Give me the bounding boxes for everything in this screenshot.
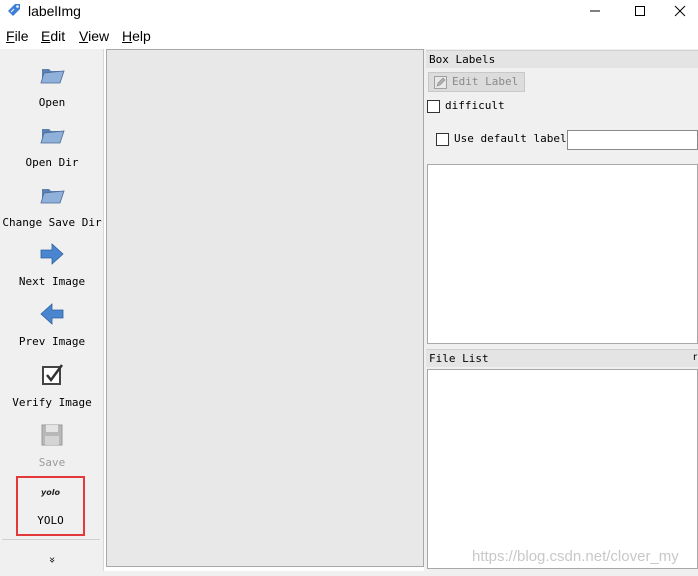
maximize-icon bbox=[635, 6, 645, 16]
yolo-icon: yolo bbox=[41, 488, 60, 497]
folder-open-icon bbox=[40, 129, 65, 144]
use-default-label-checkbox[interactable] bbox=[436, 133, 449, 146]
image-canvas[interactable] bbox=[106, 49, 424, 567]
format-label: YOLO bbox=[37, 514, 64, 527]
save-label: Save bbox=[38, 456, 66, 469]
menu-file-label: ile bbox=[14, 28, 29, 44]
prev-image-button[interactable]: Prev Image bbox=[0, 296, 104, 354]
menu-help[interactable]: Help bbox=[122, 28, 151, 44]
difficult-label: difficult bbox=[445, 99, 505, 112]
toolbar: Open Open Dir Change Save Dir Next Image… bbox=[0, 49, 104, 571]
verify-image-button[interactable]: Verify Image bbox=[0, 357, 104, 415]
toolbar-separator bbox=[2, 539, 100, 540]
toolbar-more-button[interactable]: » bbox=[46, 553, 59, 567]
format-toggle-button[interactable]: yolo YOLO bbox=[16, 476, 85, 536]
edit-label-button[interactable]: Edit Label bbox=[428, 72, 525, 92]
floppy-disk-icon bbox=[41, 424, 63, 446]
menu-edit-mnemonic: E bbox=[41, 28, 51, 44]
checkbox-icon bbox=[42, 364, 64, 385]
minimize-button[interactable] bbox=[572, 0, 618, 22]
status-bar bbox=[0, 571, 698, 576]
menu-file[interactable]: File bbox=[6, 28, 29, 44]
open-dir-button[interactable]: Open Dir bbox=[0, 117, 104, 175]
open-dir-label: Open Dir bbox=[25, 156, 79, 169]
change-save-dir-label: Change Save Dir bbox=[2, 216, 102, 229]
pencil-icon bbox=[434, 76, 447, 89]
folder-open-icon bbox=[40, 189, 65, 204]
title-bar: labelImg bbox=[0, 0, 698, 24]
menu-bar: File Edit View Help bbox=[0, 26, 698, 48]
file-list-title: File List bbox=[426, 349, 698, 367]
app-tag-icon bbox=[8, 4, 20, 16]
menu-file-mnemonic: F bbox=[6, 28, 15, 44]
minimize-icon bbox=[590, 10, 600, 12]
window-title: labelImg bbox=[28, 3, 81, 19]
close-icon bbox=[674, 5, 686, 17]
change-save-dir-button[interactable]: Change Save Dir bbox=[0, 177, 104, 235]
menu-help-label: elp bbox=[132, 28, 151, 44]
arrow-right-icon bbox=[40, 243, 64, 265]
maximize-button[interactable] bbox=[617, 0, 663, 22]
dock-float-button[interactable]: r bbox=[693, 352, 697, 363]
menu-edit[interactable]: Edit bbox=[41, 28, 65, 44]
difficult-checkbox[interactable] bbox=[427, 100, 440, 113]
save-button[interactable]: Save bbox=[0, 417, 104, 475]
menu-view-label: iew bbox=[88, 28, 110, 44]
menu-edit-label: dit bbox=[50, 28, 66, 44]
box-labels-title: Box Labels bbox=[426, 50, 698, 68]
open-label: Open bbox=[38, 96, 66, 109]
menu-help-mnemonic: H bbox=[122, 28, 133, 44]
label-list[interactable] bbox=[427, 164, 698, 344]
file-list[interactable] bbox=[427, 369, 698, 569]
watermark-text: https://blog.csdn.net/clover_my bbox=[472, 548, 679, 565]
open-button[interactable]: Open bbox=[0, 57, 104, 115]
close-button[interactable] bbox=[662, 0, 698, 22]
next-image-button[interactable]: Next Image bbox=[0, 236, 104, 294]
next-image-label: Next Image bbox=[18, 275, 86, 288]
menu-view[interactable]: View bbox=[79, 28, 109, 44]
menu-view-mnemonic: V bbox=[79, 28, 89, 44]
verify-image-label: Verify Image bbox=[12, 396, 92, 409]
folder-open-icon bbox=[40, 69, 65, 84]
use-default-label-text: Use default label bbox=[454, 132, 567, 145]
arrow-left-icon bbox=[40, 303, 64, 325]
default-label-input[interactable] bbox=[567, 130, 698, 150]
prev-image-label: Prev Image bbox=[18, 335, 86, 348]
edit-label-text: Edit Label bbox=[452, 75, 519, 88]
